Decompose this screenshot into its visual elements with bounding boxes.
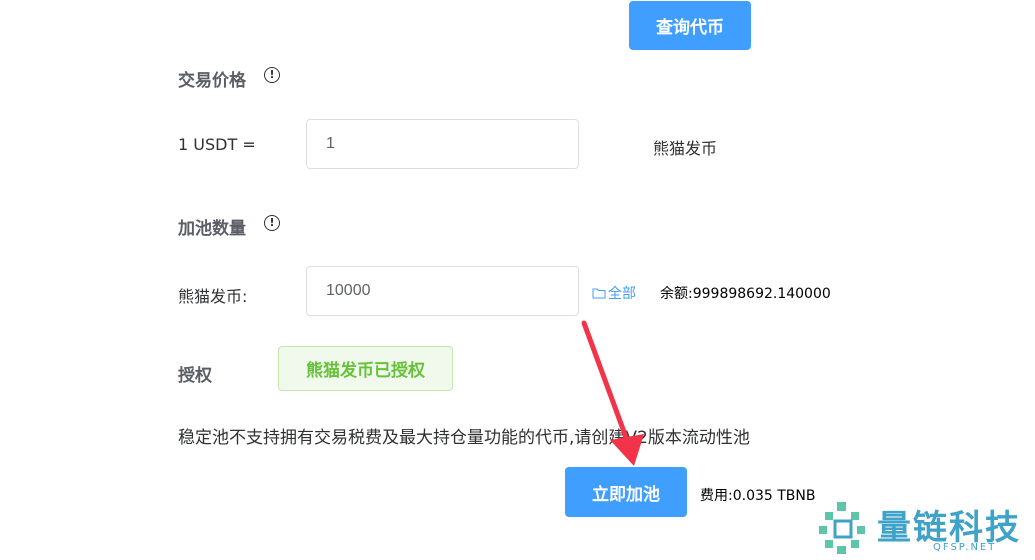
- brand-logo-icon: [819, 502, 865, 554]
- auth-section-title: 授权: [178, 366, 212, 386]
- brand-watermark: 量链科技 QFSP.NET: [815, 498, 1035, 560]
- brand-domain: QFSP.NET: [933, 542, 997, 553]
- info-icon[interactable]: !: [264, 67, 280, 83]
- price-base-label: 1 USDT =: [178, 135, 256, 154]
- price-input[interactable]: 1: [306, 119, 579, 169]
- price-section-title: 交易价格: [178, 71, 246, 91]
- authorized-status-badge: 熊猫发币已授权: [278, 346, 453, 391]
- fee-text: 费用:0.035 TBNB: [700, 488, 816, 504]
- amount-input[interactable]: 10000: [306, 266, 579, 316]
- balance-text: 余额:999898692.140000: [660, 286, 831, 302]
- folder-icon: [592, 288, 606, 299]
- query-token-button[interactable]: 查询代币: [629, 1, 751, 50]
- notice-text: 稳定池不支持拥有交易税费及最大持仓量功能的代币,请创建V2版本流动性池: [178, 428, 750, 448]
- select-all-link[interactable]: 全部: [592, 283, 636, 303]
- amount-section-title: 加池数量: [178, 219, 246, 239]
- select-all-label: 全部: [608, 286, 636, 302]
- info-icon[interactable]: !: [264, 215, 280, 231]
- quote-token-label: 熊猫发币: [653, 139, 718, 158]
- amount-token-label: 熊猫发币:: [178, 287, 248, 306]
- add-pool-button[interactable]: 立即加池: [565, 467, 687, 517]
